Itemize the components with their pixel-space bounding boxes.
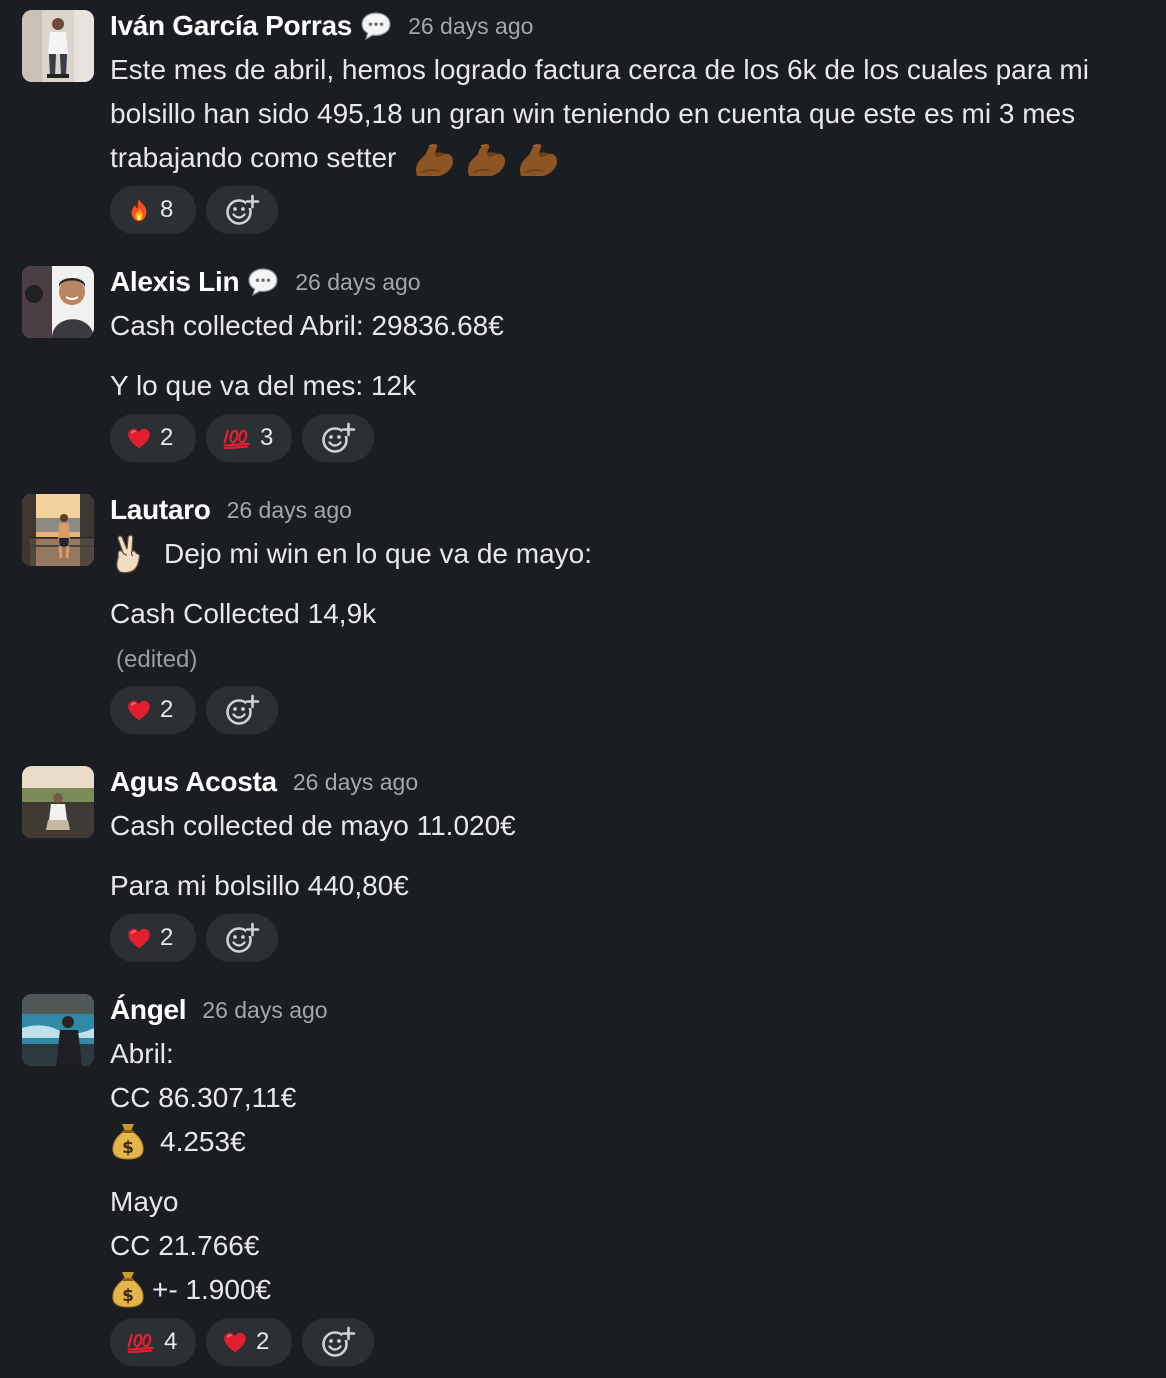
hundred-points-icon: [126, 1329, 156, 1355]
message-text-line: Este mes de abril, hemos logrado factura…: [110, 54, 1089, 85]
add-emoji-icon: [320, 1324, 356, 1360]
timestamp[interactable]: 26 days ago: [295, 269, 420, 296]
message-header: Agus Acosta 26 days ago: [110, 764, 418, 800]
message-body: Dejo mi win en lo que va de mayo: Cash C…: [110, 532, 1140, 682]
money-bag-icon: [110, 1269, 146, 1309]
message-text-line: Cash collected Abril: 29836.68€: [110, 310, 504, 341]
author-name[interactable]: Ángel: [110, 994, 187, 1026]
message-body: Este mes de abril, hemos logrado factura…: [110, 48, 1140, 180]
message-text-line: Cash Collected 14,9k: [110, 598, 377, 629]
flexed-biceps-icon: [412, 140, 456, 180]
reaction-heart[interactable]: 2: [110, 686, 196, 734]
author-name[interactable]: Lautaro: [110, 494, 211, 526]
avatar[interactable]: [22, 266, 94, 338]
reaction-count: 8: [160, 196, 174, 223]
timestamp[interactable]: 26 days ago: [408, 13, 533, 40]
reaction-hundred[interactable]: 3: [206, 414, 292, 462]
reactions-bar: 2: [110, 914, 278, 962]
reaction-heart[interactable]: 2: [110, 414, 196, 462]
message-header: Alexis Lin 26 days ago: [110, 264, 421, 300]
reaction-hundred[interactable]: 4: [110, 1318, 196, 1366]
timestamp[interactable]: 26 days ago: [202, 997, 327, 1024]
message-text-line: CC 86.307,11€: [110, 1082, 297, 1113]
reactions-bar: 2 3: [110, 414, 374, 462]
reaction-count: 2: [160, 696, 174, 723]
avatar[interactable]: [22, 994, 94, 1066]
message-header: Lautaro 26 days ago: [110, 492, 352, 528]
message-body: Abril: CC 86.307,11€ 4.253€ Mayo CC 21.7…: [110, 1032, 1140, 1312]
add-reaction-button[interactable]: [206, 186, 278, 234]
reactions-bar: 8: [110, 186, 278, 234]
message-text-line: trabajando como setter: [110, 136, 1140, 180]
message-text-line: Dejo mi win en lo que va de mayo:: [110, 532, 1140, 576]
message-body: Cash collected Abril: 29836.68€ Y lo que…: [110, 304, 1140, 408]
money-bag-icon: [110, 1121, 146, 1161]
add-emoji-icon: [320, 420, 356, 456]
author-name[interactable]: Iván García Porras: [110, 10, 352, 42]
add-reaction-button[interactable]: [206, 914, 278, 962]
message-header: Iván García Porras 26 days ago: [110, 8, 533, 44]
fire-icon: [126, 197, 152, 223]
add-reaction-button[interactable]: [302, 414, 374, 462]
add-emoji-icon: [224, 692, 260, 728]
reaction-count: 4: [164, 1328, 178, 1355]
heart-icon: [126, 425, 152, 451]
message-body: Cash collected de mayo 11.020€ Para mi b…: [110, 804, 1140, 908]
add-emoji-icon: [224, 192, 260, 228]
message-text-line: Mayo: [110, 1186, 179, 1217]
add-emoji-icon: [224, 920, 260, 956]
message-header: Ángel 26 days ago: [110, 992, 328, 1028]
victory-hand-icon: [110, 534, 146, 574]
message-text-line: bolsillo han sido 495,18 un gran win ten…: [110, 98, 1076, 129]
message-text-line: 4.253€: [110, 1120, 1140, 1164]
reactions-bar: 4 2: [110, 1318, 374, 1366]
author-name[interactable]: Alexis Lin: [110, 266, 240, 298]
reaction-count: 2: [160, 424, 174, 451]
heart-icon: [126, 697, 152, 723]
thread-bubble-icon: [360, 11, 392, 41]
heart-icon: [222, 1329, 248, 1355]
hundred-points-icon: [222, 425, 252, 451]
reaction-heart[interactable]: 2: [206, 1318, 292, 1366]
edited-label: (edited): [116, 646, 198, 673]
reaction-fire[interactable]: 8: [110, 186, 196, 234]
message-text-line: Cash collected de mayo 11.020€: [110, 810, 516, 841]
reaction-count: 2: [160, 924, 174, 951]
reaction-count: 3: [260, 424, 274, 451]
message-text-line: +- 1.900€: [110, 1268, 1140, 1312]
avatar[interactable]: [22, 494, 94, 566]
flexed-biceps-icon: [464, 140, 508, 180]
timestamp[interactable]: 26 days ago: [293, 769, 418, 796]
avatar[interactable]: [22, 766, 94, 838]
add-reaction-button[interactable]: [302, 1318, 374, 1366]
add-reaction-button[interactable]: [206, 686, 278, 734]
author-name[interactable]: Agus Acosta: [110, 766, 277, 798]
message-text-line: Y lo que va del mes: 12k: [110, 370, 417, 401]
heart-icon: [126, 925, 152, 951]
reactions-bar: 2: [110, 686, 278, 734]
timestamp[interactable]: 26 days ago: [227, 497, 352, 524]
flexed-biceps-icon: [516, 140, 560, 180]
message-text-line: Para mi bolsillo 440,80€: [110, 870, 409, 901]
reaction-count: 2: [256, 1328, 270, 1355]
thread-bubble-icon: [247, 267, 279, 297]
message-text-line: CC 21.766€: [110, 1230, 260, 1261]
avatar[interactable]: [22, 10, 94, 82]
message-text-line: Abril:: [110, 1038, 174, 1069]
reaction-heart[interactable]: 2: [110, 914, 196, 962]
